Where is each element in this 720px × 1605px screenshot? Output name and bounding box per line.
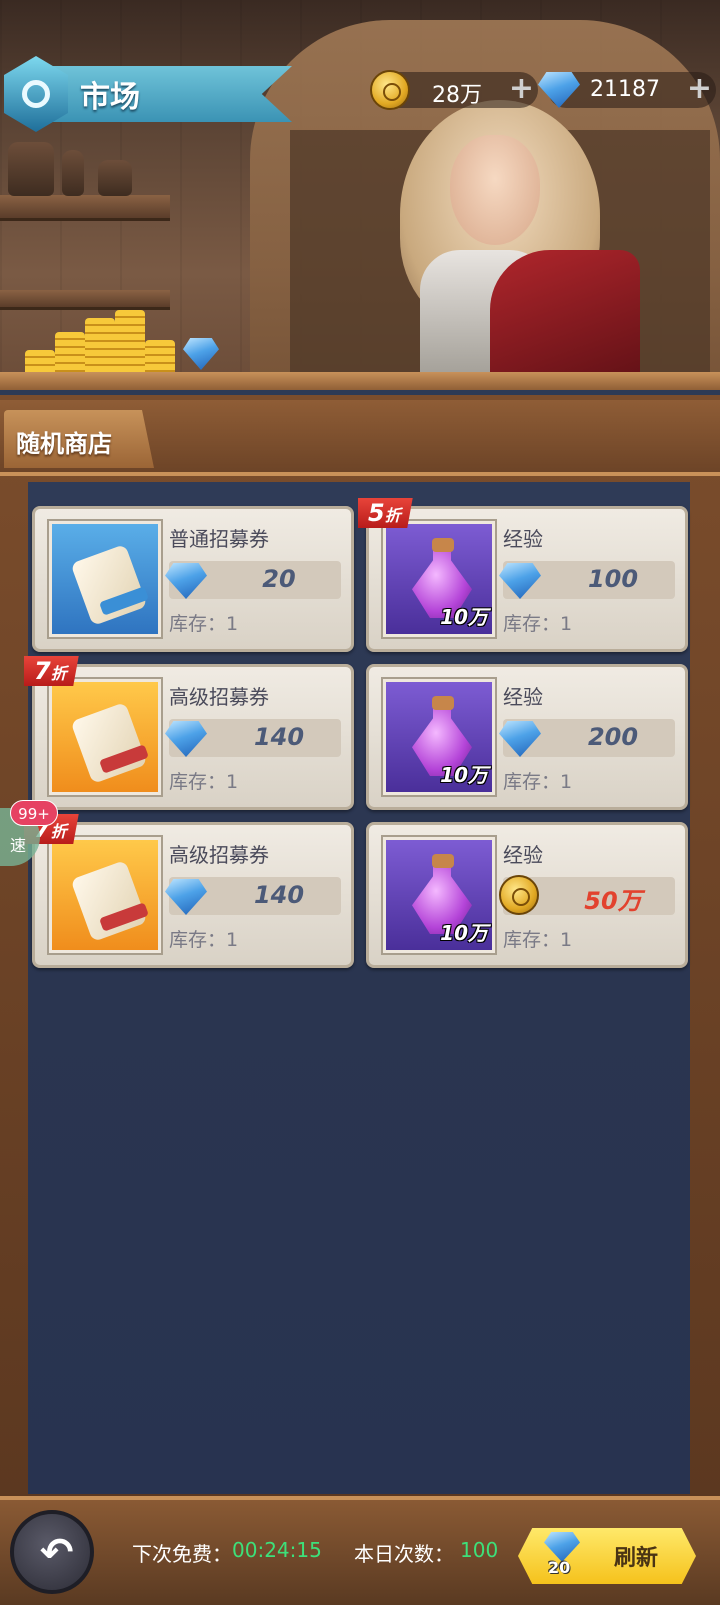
item-stock: 库存：1 [169, 771, 239, 793]
market-emblem-icon [4, 56, 68, 132]
item-stock: 库存：1 [503, 771, 573, 793]
price-bar: 140 [165, 877, 341, 915]
merchant-character [380, 100, 640, 390]
scroll-blue-icon [49, 521, 161, 637]
gem-icon [499, 721, 541, 757]
item-quantity: 10万 [440, 763, 488, 787]
pot-decoration [98, 160, 132, 196]
coin-resource[interactable]: 28万 + [370, 70, 538, 110]
coin-amount: 28万 [432, 83, 482, 108]
shop-item-card[interactable]: 10万 经验 200 库存：1 [366, 664, 688, 810]
potion-icon: 10万 [383, 521, 495, 637]
add-coin-icon[interactable]: + [509, 74, 534, 104]
discount-badge: 7折 [24, 656, 79, 686]
daily-count-value: 100 [460, 1538, 499, 1562]
item-name: 经验 [503, 685, 543, 709]
shop-item-card[interactable]: 10万 经验 100 库存：1 [366, 506, 688, 652]
refresh-button[interactable]: 20 刷新 [518, 1528, 696, 1584]
gold-pile-decoration [15, 300, 219, 380]
item-name: 经验 [503, 527, 543, 551]
back-button[interactable]: ↶ [10, 1510, 94, 1594]
price-bar: 200 [499, 719, 675, 757]
item-stock: 库存：1 [169, 613, 239, 635]
potion-icon: 10万 [383, 837, 495, 953]
item-stock: 库存：1 [169, 929, 239, 951]
item-quantity: 10万 [440, 605, 488, 629]
bottle-decoration [62, 150, 84, 196]
add-gem-icon[interactable]: + [687, 74, 712, 104]
refresh-label: 刷新 [614, 1546, 659, 1571]
item-price: 20 [262, 565, 296, 593]
price-bar: 140 [165, 719, 341, 757]
notification-badge: 99+ [10, 800, 58, 826]
price-bar: 20 [165, 561, 341, 599]
item-price: 200 [587, 723, 639, 751]
next-free-label: 下次免费： [132, 1542, 232, 1566]
jar-decoration [8, 142, 54, 196]
shop-scene [0, 0, 720, 390]
shop-item-card[interactable]: 10万 经验 50万 库存：1 [366, 822, 688, 968]
item-price: 50万 [584, 887, 642, 915]
potion-icon: 10万 [383, 679, 495, 795]
item-price: 100 [587, 565, 639, 593]
title-banner [40, 66, 292, 122]
back-arrow-icon: ↶ [40, 1530, 74, 1576]
item-name: 普通招募券 [169, 527, 269, 551]
price-bar: 50万 [499, 875, 675, 915]
coin-icon [499, 875, 539, 915]
shop-item-card[interactable]: 普通招募券 20 库存：1 [32, 506, 354, 652]
item-quantity: 10万 [440, 921, 488, 945]
shop-item-card[interactable]: 高级招募券 140 库存：1 [32, 664, 354, 810]
gem-icon [165, 721, 207, 757]
gem-resource[interactable]: 21187 + [538, 72, 716, 108]
daily-count-label: 本日次数： [354, 1542, 454, 1566]
page-title: 市场 [80, 80, 140, 115]
item-stock: 库存：1 [503, 929, 573, 951]
refresh-cost: 20 [548, 1558, 571, 1577]
counter-edge [0, 372, 720, 390]
gem-icon [183, 338, 219, 370]
gem-icon [165, 879, 207, 915]
item-name: 经验 [503, 843, 543, 867]
item-price: 140 [253, 881, 305, 909]
discount-badge: 5折 [358, 498, 413, 528]
item-price: 140 [253, 723, 305, 751]
gem-icon [499, 563, 541, 599]
item-name: 高级招募券 [169, 843, 269, 867]
price-bar: 100 [499, 561, 675, 599]
shop-item-card[interactable]: 高级招募券 140 库存：1 [32, 822, 354, 968]
next-free-timer: 00:24:15 [232, 1538, 322, 1562]
item-stock: 库存：1 [503, 613, 573, 635]
coin-icon [370, 70, 410, 110]
gem-amount: 21187 [590, 77, 660, 102]
speed-label: 速 [10, 836, 27, 855]
item-name: 高级招募券 [169, 685, 269, 709]
scroll-gold-icon [49, 837, 161, 953]
scroll-gold-icon [49, 679, 161, 795]
shelf [0, 195, 170, 221]
gem-icon [165, 563, 207, 599]
tab-random-shop-label: 随机商店 [16, 430, 112, 458]
